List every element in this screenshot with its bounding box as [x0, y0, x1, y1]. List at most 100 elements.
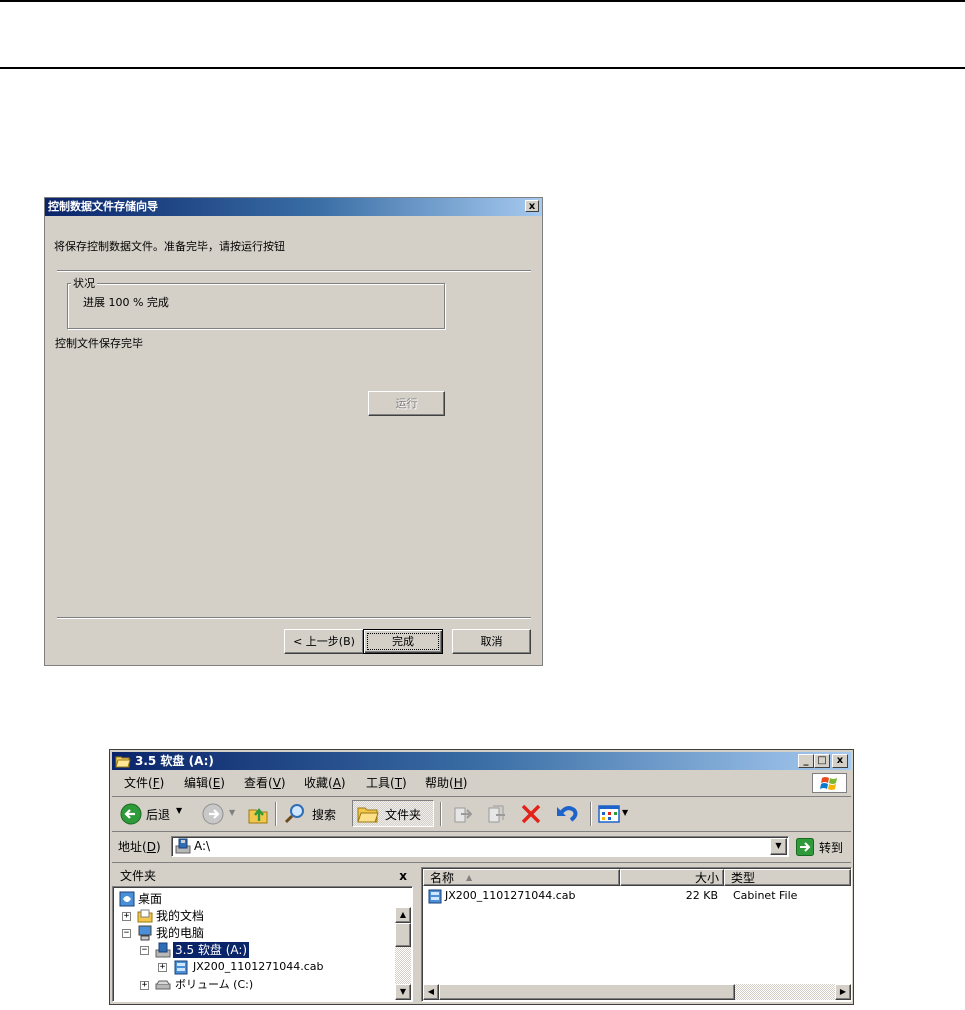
tree-expander[interactable]: + — [140, 981, 149, 990]
tree-item-my-documents[interactable]: 我的文档 — [156, 908, 204, 924]
address-input[interactable]: A:\ ▼ — [171, 836, 789, 857]
column-header-size[interactable]: 大小 — [620, 869, 724, 886]
folders-pane-header: 文件夹 x — [112, 867, 413, 885]
windows-logo — [812, 773, 847, 793]
run-button[interactable]: 运行 — [368, 391, 445, 416]
menu-help[interactable]: 帮助(H) — [425, 772, 467, 794]
views-grid-icon — [598, 805, 620, 823]
wizard-top-divider — [57, 270, 531, 272]
menu-favorites-label: 收藏( — [304, 776, 333, 790]
tree-item-volume-c[interactable]: ボリューム (C:) — [175, 977, 253, 993]
wizard-instruction: 将保存控制数据文件。准备完毕，请按运行按钮 — [54, 240, 285, 253]
views-toolbar-button[interactable]: ▼ — [598, 801, 634, 827]
address-dropdown-button[interactable]: ▼ — [770, 838, 787, 855]
standard-toolbar: 后退 ▼ ▼ 搜索 文件夹 ▼ — [112, 797, 851, 832]
tree-expander[interactable]: − — [140, 946, 149, 955]
column-type-label: 类型 — [731, 871, 756, 885]
menu-favorites-key: A — [332, 776, 341, 790]
column-header-type[interactable]: 类型 — [724, 869, 851, 886]
file-name: JX200_1101271044.cab — [445, 889, 576, 902]
go-arrow-icon — [796, 838, 814, 856]
forward-dropdown-arrow[interactable]: ▼ — [229, 808, 235, 817]
file-row[interactable]: JX200_1101271044.cab 22 KB Cabinet File — [423, 887, 851, 905]
forward-arrow-icon[interactable] — [202, 803, 224, 825]
menu-edit-end: ) — [220, 776, 225, 790]
folders-pane: 文件夹 x 桌面 + 我的文档 − 我的电脑 − 3.5 软盘 (A:) + J… — [112, 867, 413, 1002]
toolbar-separator — [275, 802, 277, 826]
cancel-button[interactable]: 取消 — [452, 629, 531, 654]
tree-item-cab-file[interactable]: JX200_1101271044.cab — [193, 959, 324, 975]
save-complete-message: 控制文件保存完毕 — [55, 337, 143, 350]
cabinet-file-icon — [428, 889, 442, 904]
menu-tools[interactable]: 工具(T) — [366, 772, 407, 794]
folder-tree: 桌面 + 我的文档 − 我的电脑 − 3.5 软盘 (A:) + JX200_1… — [112, 886, 413, 1002]
scroll-right-button[interactable]: ▶ — [835, 984, 851, 1000]
back-dropdown-arrow[interactable]: ▼ — [176, 806, 182, 815]
status-group-label: 状况 — [71, 275, 97, 291]
wizard-close-button[interactable]: x — [525, 200, 539, 212]
menu-tools-end: ) — [402, 776, 407, 790]
back-button[interactable]: < 上一步(B) — [284, 629, 364, 654]
tree-expander[interactable]: + — [122, 912, 131, 921]
column-size-label: 大小 — [694, 871, 719, 885]
address-label: 地址(D) — [118, 838, 161, 855]
back-label: 后退 — [146, 808, 171, 822]
tree-expander[interactable]: − — [122, 929, 131, 938]
toolbar-separator — [590, 802, 592, 826]
horizontal-scroll-thumb[interactable] — [439, 984, 735, 1000]
menu-tools-label: 工具( — [366, 776, 395, 790]
scroll-left-button[interactable]: ◀ — [423, 984, 439, 1000]
undo-icon[interactable] — [555, 803, 579, 825]
toolbar-separator — [440, 802, 442, 826]
delete-x-icon[interactable] — [520, 803, 542, 825]
windows-flag-icon — [820, 777, 837, 790]
back-toolbar-button[interactable]: 后退 ▼ — [120, 801, 182, 827]
explorer-title: 3.5 软盘 (A:) — [135, 754, 214, 768]
top-border-line — [0, 0, 965, 2]
folders-pane-close-icon[interactable]: x — [399, 867, 407, 885]
go-button[interactable]: 转到 — [796, 836, 852, 858]
menu-help-label: 帮助( — [425, 776, 454, 790]
progress-text: 进展 100 % 完成 — [83, 296, 169, 309]
search-toolbar-button[interactable]: 搜索 — [284, 801, 344, 827]
my-computer-icon — [138, 925, 152, 941]
menu-edit[interactable]: 编辑(E) — [184, 772, 225, 794]
search-magnifier-icon — [284, 804, 304, 824]
address-bar: 地址(D) A:\ ▼ 转到 — [112, 832, 851, 863]
maximize-button[interactable]: □ — [814, 754, 830, 768]
menu-file[interactable]: 文件(F) — [124, 772, 164, 794]
menu-favorites[interactable]: 收藏(A) — [304, 772, 346, 794]
menu-view-key: V — [272, 776, 281, 790]
move-to-icon[interactable] — [452, 803, 474, 825]
wizard-bottom-divider — [57, 617, 531, 619]
pane-splitter[interactable] — [414, 867, 420, 1002]
folders-toolbar-button[interactable]: 文件夹 — [352, 800, 434, 827]
folders-pane-title: 文件夹 — [120, 869, 157, 883]
menu-view[interactable]: 查看(V) — [244, 772, 286, 794]
up-folder-icon[interactable] — [247, 803, 269, 825]
scroll-thumb[interactable] — [395, 923, 411, 947]
address-label-text: 地址( — [118, 840, 147, 854]
file-list-horizontal-scrollbar[interactable]: ◀ ▶ — [423, 984, 851, 1000]
close-button[interactable]: x — [832, 754, 848, 768]
column-header-name[interactable]: 名称 ▲ — [423, 869, 620, 886]
finish-button[interactable]: 完成 — [363, 629, 443, 654]
views-dropdown-arrow: ▼ — [622, 808, 629, 817]
scroll-down-button[interactable]: ▼ — [395, 984, 411, 1000]
hard-drive-icon — [155, 980, 171, 990]
menu-file-key: F — [152, 776, 160, 790]
minimize-button[interactable]: _ — [798, 754, 814, 768]
tree-expander[interactable]: + — [158, 963, 167, 972]
tree-item-floppy-a[interactable]: 3.5 软盘 (A:) — [173, 942, 250, 958]
floppy-drive-icon — [155, 942, 171, 958]
address-value: A:\ — [194, 839, 211, 853]
tree-item-desktop[interactable]: 桌面 — [138, 891, 162, 907]
explorer-title-bar[interactable]: 3.5 软盘 (A:) _ □ x — [112, 752, 851, 770]
file-list-header: 名称 ▲ 大小 类型 — [423, 869, 851, 886]
tree-item-my-computer[interactable]: 我的电脑 — [156, 925, 204, 941]
copy-to-icon[interactable] — [486, 803, 508, 825]
scroll-up-button[interactable]: ▲ — [395, 907, 411, 923]
wizard-title-bar[interactable]: 控制数据文件存储向导 x — [45, 198, 542, 216]
tree-vertical-scrollbar[interactable]: ▲ ▼ — [395, 907, 411, 1000]
back-arrow-icon — [120, 803, 142, 825]
